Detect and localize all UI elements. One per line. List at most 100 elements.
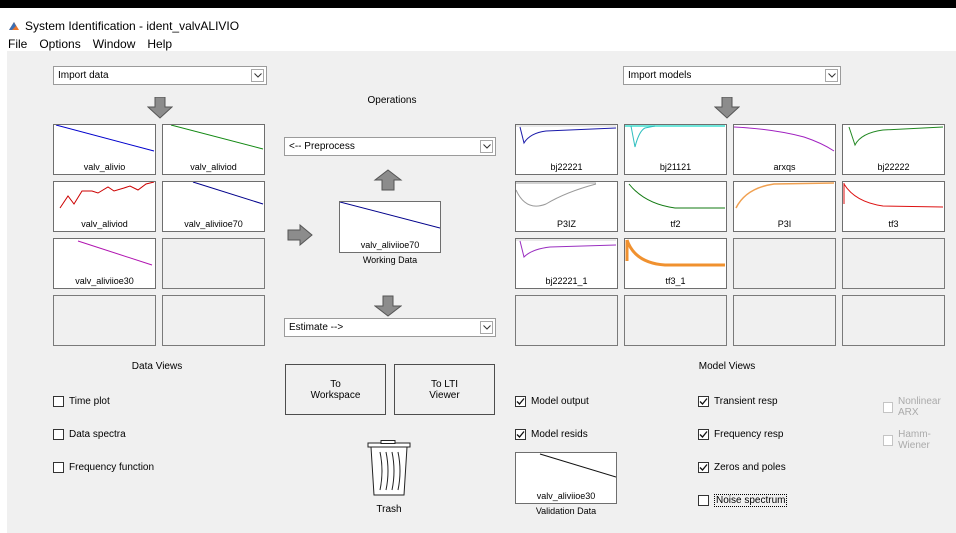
working-data-slot[interactable]: valv_aliviioe70 (339, 201, 441, 253)
model-slot-8[interactable]: tf3 (842, 181, 945, 232)
working-data-name: valv_aliviioe70 (360, 240, 420, 250)
data-slot-2[interactable]: valv_aliviod (162, 124, 265, 175)
model-slot-label: P3IZ (556, 219, 576, 229)
nonlinear-arx-checkbox: Nonlinear ARX (883, 396, 956, 418)
model-output-checkbox[interactable]: Model output (515, 396, 589, 407)
checkmark-icon (516, 431, 525, 438)
data-slot-8[interactable] (162, 295, 265, 346)
model-slot-5[interactable]: P3IZ (515, 181, 618, 232)
checkbox-box[interactable] (698, 462, 709, 473)
data-views-title: Data Views (131, 361, 183, 372)
trash-icon[interactable] (367, 440, 411, 496)
arrow-down-icon (147, 97, 173, 119)
noise-spectrum-checkbox[interactable]: Noise spectrum (698, 494, 788, 507)
model-resids-label: Model resids (531, 429, 588, 440)
data-slot-label: valv_aliviod (190, 162, 237, 172)
checkbox-box[interactable] (698, 396, 709, 407)
import-data-dropdown[interactable]: Import data (53, 66, 267, 85)
checkbox-box[interactable] (515, 429, 526, 440)
model-views-title: Model Views (698, 361, 756, 372)
model-slot-14[interactable] (624, 295, 727, 346)
model-slot-12[interactable] (842, 238, 945, 289)
estimate-dropdown[interactable]: Estimate --> (284, 318, 496, 337)
trash-label: Trash (376, 504, 402, 515)
data-slot-3[interactable]: valv_aliviod (53, 181, 156, 232)
arrow-down-icon (374, 295, 402, 317)
data-slot-6[interactable] (162, 238, 265, 289)
model-output-label: Model output (531, 396, 589, 407)
main-panel: Import data Import models Operations val… (7, 51, 956, 533)
data-slot-1[interactable]: valv_alivio (53, 124, 156, 175)
data-slot-5[interactable]: valv_aliviioe30 (53, 238, 156, 289)
preprocess-value: <-- Preprocess (289, 141, 355, 152)
to-lti-viewer-button[interactable]: To LTI Viewer (394, 364, 495, 415)
hamm-wiener-checkbox: Hamm-Wiener (883, 429, 956, 451)
model-slot-11[interactable] (733, 238, 836, 289)
model-slot-16[interactable] (842, 295, 945, 346)
model-resids-checkbox[interactable]: Model resids (515, 429, 588, 440)
arrow-down-icon (714, 97, 740, 119)
model-slot-label: bj22222 (877, 162, 910, 172)
chevron-down-icon (825, 69, 838, 82)
validation-data-name: valv_aliviioe30 (536, 491, 596, 501)
checkbox-box[interactable] (53, 429, 64, 440)
model-slot-6[interactable]: tf2 (624, 181, 727, 232)
import-data-value: Import data (58, 70, 109, 81)
model-slot-label: bj21121 (659, 162, 692, 172)
model-slot-15[interactable] (733, 295, 836, 346)
to-workspace-button[interactable]: To Workspace (285, 364, 386, 415)
estimate-value: Estimate --> (289, 322, 344, 333)
data-slot-label: valv_aliviioe30 (75, 276, 134, 286)
transient-resp-checkbox[interactable]: Transient resp (698, 396, 778, 407)
model-slot-label: arxqs (773, 162, 796, 172)
transient-resp-label: Transient resp (714, 396, 778, 407)
model-slot-3[interactable]: arxqs (733, 124, 836, 175)
matlab-logo-icon (9, 22, 19, 30)
checkmark-icon (699, 398, 708, 405)
checkbox-box[interactable] (698, 429, 709, 440)
to-workspace-label: To Workspace (310, 379, 361, 401)
validation-data-slot[interactable]: valv_aliviioe30 (515, 452, 617, 504)
model-slot-4[interactable]: bj22222 (842, 124, 945, 175)
checkmark-icon (516, 398, 525, 405)
data-spectra-label: Data spectra (69, 429, 126, 440)
title-bar: System Identification - ident_valvALIVIO (8, 18, 956, 34)
data-slot-label: valv_alivio (83, 162, 126, 172)
checkbox-box[interactable] (515, 396, 526, 407)
checkmark-icon (699, 464, 708, 471)
model-slot-10[interactable]: tf3_1 (624, 238, 727, 289)
chevron-down-icon (251, 69, 264, 82)
checkbox-box[interactable] (53, 462, 64, 473)
zeros-poles-label: Zeros and poles (714, 462, 786, 473)
window-title: System Identification - ident_valvALIVIO (25, 19, 240, 33)
model-slot-label: bj22221 (550, 162, 583, 172)
frequency-function-checkbox[interactable]: Frequency function (53, 462, 154, 473)
model-slot-13[interactable] (515, 295, 618, 346)
model-slot-2[interactable]: bj21121 (624, 124, 727, 175)
model-slot-label: tf3 (888, 219, 899, 229)
operations-title: Operations (367, 95, 417, 106)
checkbox-box[interactable] (53, 396, 64, 407)
noise-spectrum-label: Noise spectrum (714, 494, 788, 507)
data-spectra-checkbox[interactable]: Data spectra (53, 429, 126, 440)
checkbox-box (883, 401, 893, 413)
time-plot-checkbox[interactable]: Time plot (53, 396, 110, 407)
validation-data-label: Validation Data (535, 506, 597, 516)
model-slot-1[interactable]: bj22221 (515, 124, 618, 175)
frequency-resp-label: Frequency resp (714, 429, 784, 440)
zeros-poles-checkbox[interactable]: Zeros and poles (698, 462, 786, 473)
import-models-dropdown[interactable]: Import models (623, 66, 841, 85)
model-slot-9[interactable]: bj22221_1 (515, 238, 618, 289)
checkbox-box (883, 434, 894, 446)
frequency-resp-checkbox[interactable]: Frequency resp (698, 429, 783, 440)
model-slot-7[interactable]: P3I (733, 181, 836, 232)
arrow-right-icon (287, 224, 313, 246)
data-slot-7[interactable] (53, 295, 156, 346)
checkbox-box[interactable] (698, 495, 709, 506)
preprocess-dropdown[interactable]: <-- Preprocess (284, 137, 496, 156)
to-lti-viewer-label: To LTI Viewer (429, 379, 460, 401)
arrow-up-icon (373, 169, 403, 191)
frequency-function-label: Frequency function (69, 462, 155, 473)
data-slot-4[interactable]: valv_aliviioe70 (162, 181, 265, 232)
checkmark-icon (699, 431, 708, 438)
